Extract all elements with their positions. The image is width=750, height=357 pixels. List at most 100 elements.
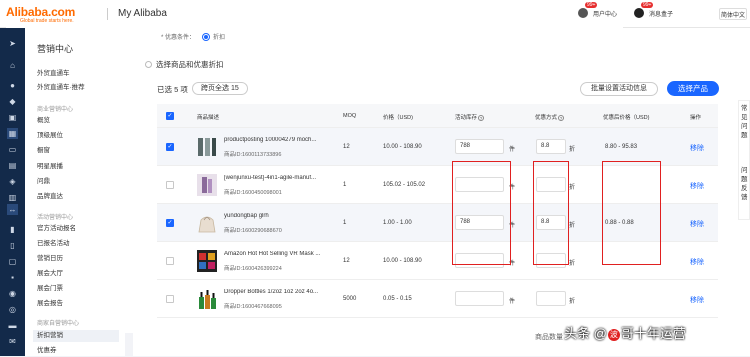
float-char: 题 xyxy=(741,176,748,183)
row-checkbox[interactable]: ✓ xyxy=(166,143,174,151)
col-discount-label: 优惠方式 xyxy=(535,115,558,121)
folder-icon[interactable]: ▬ xyxy=(7,320,18,331)
tag-icon[interactable]: ▣ xyxy=(7,112,18,123)
stock-unit: 件 xyxy=(509,147,516,153)
price-value: 10.00 - 108.90 xyxy=(383,144,422,150)
row-checkbox[interactable] xyxy=(166,257,174,265)
product-name[interactable]: Amazon Hot Hot Selling VR Mask ... xyxy=(224,251,320,257)
condition-value: 折扣 xyxy=(213,35,226,41)
sidebar-item[interactable]: 展会门票 xyxy=(33,283,119,295)
product-thumbnail xyxy=(197,288,217,310)
sidebar-item[interactable]: 明星展播 xyxy=(33,161,119,173)
batch-set-button[interactable]: 批量设置活动信息 xyxy=(580,82,658,96)
select-all-pages-button[interactable]: 跨页全选 15 xyxy=(192,82,248,95)
product-id: 商品ID:1600113733896 xyxy=(224,152,282,158)
section-radio-icon xyxy=(145,61,152,68)
discounted-price-highlight-box xyxy=(602,161,661,265)
sidebar-item[interactable]: 展会报告 xyxy=(33,298,119,310)
sidebar-item[interactable]: 外贸直通车 xyxy=(33,68,119,80)
top-bar: Alibaba.com Global trade starts here. My… xyxy=(0,0,750,333)
home-icon[interactable]: ⌂ xyxy=(7,60,18,71)
user-avatar-icon: 99+ xyxy=(578,2,598,18)
product-id: 商品ID:1600450098001 xyxy=(224,190,282,196)
sidebar-item[interactable]: 官方活动报名 xyxy=(33,223,119,235)
discount-unit: 折 xyxy=(569,261,576,267)
chart-icon[interactable]: ▥ xyxy=(7,192,18,203)
moq-value: 12 xyxy=(343,258,350,264)
sidebar-item[interactable]: 展会大厅 xyxy=(33,268,119,280)
alibaba-logo[interactable]: Alibaba.com Global trade starts here. xyxy=(6,5,623,333)
product-name[interactable]: yundongbap glrh xyxy=(224,213,269,219)
product-name[interactable]: Dropper Bottles 1/2oz 1oz 2oz 4o... xyxy=(224,289,318,295)
float-char: 见 xyxy=(741,114,748,121)
person-icon[interactable]: ● xyxy=(7,80,18,91)
sidebar-item[interactable]: 已报名活动 xyxy=(33,238,119,250)
watermark: 头条 @ 波哥十年运营 xyxy=(564,323,686,342)
sidebar-item[interactable]: 品牌直达 xyxy=(33,191,119,203)
sidebar-item[interactable]: 顶级展位 xyxy=(33,130,119,142)
moq-value: 5000 xyxy=(343,296,357,302)
icon-nav-bar: ➤ ⌂ ● ◆ ▣ ▦ ▭ ▤ ◈ ▥ ↔ ▮ ▯ ▢ ▪ ◉ ◎ ▬ ✉ xyxy=(0,28,25,356)
table-header: ✓ 商品描述 MOQ 价格（USD) 活动库存? 优惠方式? 优惠后价格（USD… xyxy=(157,104,718,128)
sidebar-item[interactable]: 概览 xyxy=(33,115,119,127)
remove-link[interactable]: 移除 xyxy=(690,295,704,305)
product-name[interactable]: [wenjunxu-test]-4in1-agile-manuf... xyxy=(224,175,316,181)
watermark-prefix: 头条 @ xyxy=(564,326,607,341)
footer-text: 商品数量 xyxy=(535,334,563,341)
table-row: Dropper Bottles 1/2oz 1oz 2oz 4o... 商品ID… xyxy=(157,280,718,318)
discount-input[interactable]: 8.8 xyxy=(536,139,566,154)
remove-link[interactable]: 移除 xyxy=(690,143,704,153)
bag-icon[interactable]: ◈ xyxy=(7,176,18,187)
message-box-button[interactable]: 99+ 消息盒子 xyxy=(634,2,673,18)
settings-icon[interactable]: ◎ xyxy=(7,304,18,315)
product-thumbnail xyxy=(197,212,217,234)
product-id: 商品ID:1600426399224 xyxy=(224,266,282,272)
clipboard-icon[interactable]: ▯ xyxy=(7,240,18,251)
col-moq: MOQ xyxy=(343,113,357,119)
float-char: 问 xyxy=(741,123,748,130)
select-product-button[interactable]: 选择产品 xyxy=(667,81,719,96)
help-icon[interactable]: ? xyxy=(478,114,485,121)
people-icon[interactable]: ▮ xyxy=(7,224,18,235)
discount-highlight-box xyxy=(533,161,569,265)
grid-icon[interactable]: ▦ xyxy=(7,128,18,139)
sidebar-item[interactable]: 外贸直通车·推荐 xyxy=(33,82,119,94)
box-icon[interactable]: ▪ xyxy=(7,272,18,283)
remove-link[interactable]: 移除 xyxy=(690,257,704,267)
discount-unit: 折 xyxy=(569,299,576,305)
floating-help-panel[interactable]: 常 见 问 题 问 题 反 馈 xyxy=(738,100,750,220)
shield-icon[interactable]: ◆ xyxy=(7,96,18,107)
discount-radio[interactable] xyxy=(202,32,211,41)
header-divider xyxy=(107,8,108,20)
send-icon[interactable]: ➤ xyxy=(7,38,18,49)
language-select[interactable]: 简体中文 xyxy=(719,8,747,20)
language-label: 简体中文 xyxy=(720,12,745,19)
document-icon[interactable]: ▢ xyxy=(7,256,18,267)
stock-input[interactable] xyxy=(455,291,504,306)
product-name[interactable]: productposting 100004279 moch... xyxy=(224,137,316,143)
remove-link[interactable]: 移除 xyxy=(690,219,704,229)
row-checkbox[interactable] xyxy=(166,295,174,303)
cart-icon[interactable]: ▤ xyxy=(7,160,18,171)
thumbs-up-icon[interactable]: ◉ xyxy=(7,288,18,299)
price-value: 0.05 - 0.15 xyxy=(383,296,412,302)
stock-input[interactable]: 788 xyxy=(455,139,504,154)
help-icon[interactable]: ? xyxy=(558,114,565,121)
message-icon[interactable]: ✉ xyxy=(7,336,18,347)
section-title-text: 选择商品和优惠折扣 xyxy=(156,60,224,69)
sidebar-item[interactable]: 优惠券 xyxy=(33,345,119,357)
remove-link[interactable]: 移除 xyxy=(690,181,704,191)
sidebar-item[interactable]: 营销日历 xyxy=(33,253,119,265)
discount-input[interactable] xyxy=(536,291,566,306)
row-checkbox[interactable]: ✓ xyxy=(166,219,174,227)
sidebar-item-discount[interactable]: 折扣营销 xyxy=(33,330,119,342)
col-product: 商品描述 xyxy=(197,115,220,121)
sidebar-item[interactable]: 问鼎 xyxy=(33,176,119,188)
sidebar-item[interactable]: 橱窗 xyxy=(33,145,119,157)
section-title: 选择商品和优惠折扣 xyxy=(145,59,224,70)
user-center-button[interactable]: 99+ 用户中心 xyxy=(578,2,617,18)
arrow-icon[interactable]: ↔ xyxy=(7,204,18,215)
row-checkbox[interactable] xyxy=(166,181,174,189)
monitor-icon[interactable]: ▭ xyxy=(7,144,18,155)
select-all-checkbox[interactable]: ✓ xyxy=(166,112,174,120)
